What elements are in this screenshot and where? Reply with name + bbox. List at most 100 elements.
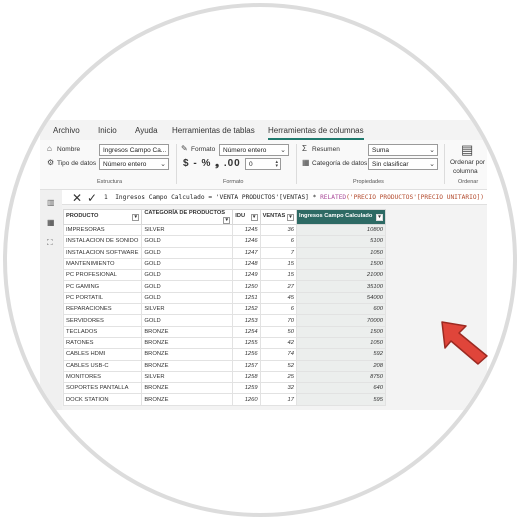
column-header-categoria[interactable]: CATEGORÍA DE PRODUCTOS ▾ [141,209,234,225]
formato-select[interactable]: Número entero ⌄ [219,144,289,156]
nombre-input[interactable]: Ingresos Campo Ca... [99,144,169,156]
cell-ingresos[interactable]: 1500 [295,325,387,338]
filter-dropdown-icon[interactable]: ▾ [223,217,231,224]
tab-herramientas-tablas[interactable]: Herramientas de tablas [172,126,255,135]
tab-inicio[interactable]: Inicio [98,126,117,135]
decimal-places-input[interactable]: 0 ▴ ▾ [245,158,281,170]
cell-ventas[interactable]: 25 [259,370,297,384]
tab-herramientas-columnas[interactable]: Herramientas de columnas [268,126,364,140]
cell-categoria[interactable]: BRONZE [141,336,234,350]
cell-categoria[interactable]: GOLD [141,257,234,271]
cell-producto[interactable]: PC PORTATIL [62,291,143,305]
cell-idu[interactable]: 1259 [232,382,261,395]
cell-ingresos[interactable]: 600 [295,303,387,316]
cell-producto[interactable]: CABLES USB-C [62,359,143,372]
filter-dropdown-icon[interactable]: ▾ [250,214,258,221]
tipo-datos-select[interactable]: Número entero ⌄ [99,158,169,170]
cell-categoria[interactable]: SILVER [141,223,234,237]
ordenar-por-columna-button[interactable]: ▤ Ordenar por columna [450,142,485,178]
cell-categoria[interactable]: BRONZE [141,382,234,395]
cell-ingresos[interactable]: 54000 [295,291,387,305]
cell-producto[interactable]: CABLES HDMI [62,348,143,361]
model-view-icon[interactable]: ⛶ [47,238,53,248]
cell-ventas[interactable]: 15 [259,257,297,271]
cell-ingresos[interactable]: 592 [295,348,387,361]
cell-idu[interactable]: 1255 [232,336,261,350]
cell-ingresos[interactable]: 8750 [295,370,387,384]
cell-producto[interactable]: SERVIDORES [62,314,143,327]
formula-input[interactable]: 1 Ingresos Campo Calculado = 'VENTA PROD… [104,194,484,201]
cell-categoria[interactable]: SILVER [141,303,234,316]
cell-producto[interactable]: INSTALACION SOFTWARE [62,246,143,259]
format-symbol-buttons[interactable]: $ - % ❟ .00 [183,158,241,169]
cell-ingresos[interactable]: 640 [295,382,387,395]
cell-categoria[interactable]: GOLD [141,235,234,248]
cell-producto[interactable]: REPARACIONES [62,303,143,316]
cell-idu[interactable]: 1254 [232,325,261,338]
cell-ventas[interactable]: 45 [259,291,297,305]
cell-ingresos[interactable]: 1500 [295,257,387,271]
cell-categoria[interactable]: BRONZE [141,393,234,406]
cell-ventas[interactable]: 17 [259,393,297,406]
cell-idu[interactable]: 1253 [232,314,261,327]
cell-producto[interactable]: PC PROFESIONAL [62,269,143,282]
cell-idu[interactable]: 1249 [232,269,261,282]
cell-ingresos[interactable]: 1050 [295,336,387,350]
cancel-icon[interactable]: ✕ [72,191,82,205]
cell-producto[interactable]: IMPRESORAS [62,223,143,237]
cell-idu[interactable]: 1245 [232,223,261,237]
cell-ventas[interactable]: 6 [259,303,297,316]
resumen-select[interactable]: Suma ⌄ [368,144,438,156]
cell-ventas[interactable]: 27 [259,280,297,293]
cell-producto[interactable]: SOPORTES PANTALLA [62,382,143,395]
cell-categoria[interactable]: GOLD [141,314,234,327]
column-header-ingresos[interactable]: Ingresos Campo Calculado ▾ [295,209,387,225]
cell-ingresos[interactable]: 5100 [295,235,387,248]
tab-ayuda[interactable]: Ayuda [135,126,158,135]
cell-idu[interactable]: 1250 [232,280,261,293]
column-header-producto[interactable]: PRODUCTO ▾ [62,209,143,225]
cell-ingresos[interactable]: 595 [295,393,387,406]
cell-ingresos[interactable]: 1050 [295,246,387,259]
cell-producto[interactable]: INSTALACION DE SONIDO [62,235,143,248]
cell-idu[interactable]: 1258 [232,370,261,384]
cell-ventas[interactable]: 36 [259,223,297,237]
cell-idu[interactable]: 1247 [232,246,261,259]
cell-ventas[interactable]: 74 [259,348,297,361]
cell-categoria[interactable]: GOLD [141,246,234,259]
confirm-icon[interactable]: ✓ [87,191,97,205]
tab-archivo[interactable]: Archivo [53,126,80,135]
cell-ventas[interactable]: 6 [259,235,297,248]
cell-producto[interactable]: TECLADOS [62,325,143,338]
cell-ventas[interactable]: 7 [259,246,297,259]
cell-categoria[interactable]: BRONZE [141,359,234,372]
cell-categoria[interactable]: SILVER [141,370,234,384]
cell-producto[interactable]: MANTENIMIENTO [62,257,143,271]
cell-ingresos[interactable]: 21000 [295,269,387,282]
report-view-icon[interactable]: ▥ [47,198,55,207]
cell-ventas[interactable]: 50 [259,325,297,338]
cell-ventas[interactable]: 42 [259,336,297,350]
cell-categoria[interactable]: GOLD [141,280,234,293]
cell-ingresos[interactable]: 35100 [295,280,387,293]
filter-dropdown-icon[interactable]: ▾ [286,214,294,221]
column-header-idu[interactable]: IDU ▾ [232,209,261,225]
column-header-ventas[interactable]: VENTAS ▾ [259,209,297,225]
cell-categoria[interactable]: GOLD [141,269,234,282]
cell-idu[interactable]: 1252 [232,303,261,316]
cell-idu[interactable]: 1248 [232,257,261,271]
cell-idu[interactable]: 1251 [232,291,261,305]
cell-producto[interactable]: DOCK STATION [62,393,143,406]
cell-idu[interactable]: 1246 [232,235,261,248]
cell-producto[interactable]: MONITORES [62,370,143,384]
cell-idu[interactable]: 1260 [232,393,261,406]
cell-idu[interactable]: 1256 [232,348,261,361]
cell-ventas[interactable]: 32 [259,382,297,395]
cell-ingresos[interactable]: 208 [295,359,387,372]
cell-ventas[interactable]: 15 [259,269,297,282]
categoria-select[interactable]: Sin clasificar ⌄ [368,158,438,170]
cell-ingresos[interactable]: 10800 [295,223,387,237]
cell-categoria[interactable]: BRONZE [141,325,234,338]
cell-producto[interactable]: PC GAMING [62,280,143,293]
stepper-icon[interactable]: ▴ ▾ [275,160,278,169]
